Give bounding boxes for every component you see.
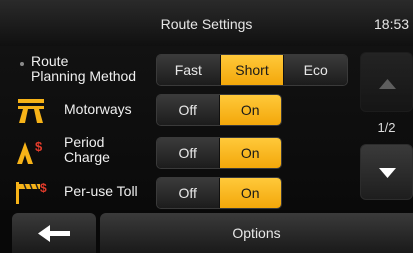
- period-charge-on-button[interactable]: On: [218, 138, 281, 168]
- chevron-up-icon: [379, 79, 396, 89]
- motorways-on-button[interactable]: On: [218, 95, 281, 125]
- svg-text:$: $: [40, 181, 47, 195]
- motorways-toggle: Off On: [156, 94, 282, 126]
- per-use-toll-off-button[interactable]: Off: [157, 178, 219, 208]
- scroll-down-button[interactable]: [360, 144, 413, 200]
- svg-text:$: $: [35, 139, 43, 154]
- period-charge-icon: $: [14, 138, 48, 166]
- options-button[interactable]: Options: [100, 213, 413, 253]
- per-use-toll-on-button[interactable]: On: [218, 178, 281, 208]
- toll-icon: $: [14, 178, 48, 206]
- per-use-toll-label: Per-use Toll: [64, 183, 138, 199]
- footer-bar: Options: [0, 210, 413, 253]
- list-scroller: 1/2: [360, 52, 413, 200]
- back-arrow-icon: [38, 225, 70, 242]
- option-fast-button[interactable]: Fast: [157, 55, 220, 85]
- options-label: Options: [232, 225, 281, 241]
- setting-row-period-charge: $ Period Charge Off On: [0, 132, 350, 172]
- page-indicator: 1/2: [377, 120, 396, 135]
- period-charge-off-button[interactable]: Off: [157, 138, 219, 168]
- header-bar: Route Settings 18:53: [0, 0, 413, 46]
- setting-row-motorways: Motorways Off On: [0, 90, 350, 130]
- motorways-label: Motorways: [64, 101, 132, 117]
- back-button[interactable]: [12, 213, 96, 253]
- motorways-off-button[interactable]: Off: [157, 95, 219, 125]
- bullet-icon: [20, 62, 24, 66]
- clock: 18:53: [374, 16, 410, 32]
- period-charge-label: Period Charge: [64, 134, 110, 165]
- setting-row-per-use-toll: $ Per-use Toll Off On: [0, 172, 350, 212]
- scroll-up-button[interactable]: [360, 52, 413, 112]
- motorway-icon: [14, 96, 48, 124]
- setting-row-route-planning: Route Planning Method Fast Short Eco: [0, 50, 350, 90]
- per-use-toll-toggle: Off On: [156, 177, 282, 209]
- period-charge-toggle: Off On: [156, 137, 282, 169]
- page-title: Route Settings: [160, 16, 253, 32]
- option-short-button[interactable]: Short: [219, 55, 284, 85]
- chevron-down-icon: [379, 168, 396, 178]
- route-settings-screen: Route Settings 18:53 Route Planning Meth…: [0, 0, 413, 253]
- route-planning-label: Route Planning Method: [31, 53, 137, 84]
- route-planning-selector: Fast Short Eco: [156, 54, 348, 86]
- option-eco-button[interactable]: Eco: [283, 55, 347, 85]
